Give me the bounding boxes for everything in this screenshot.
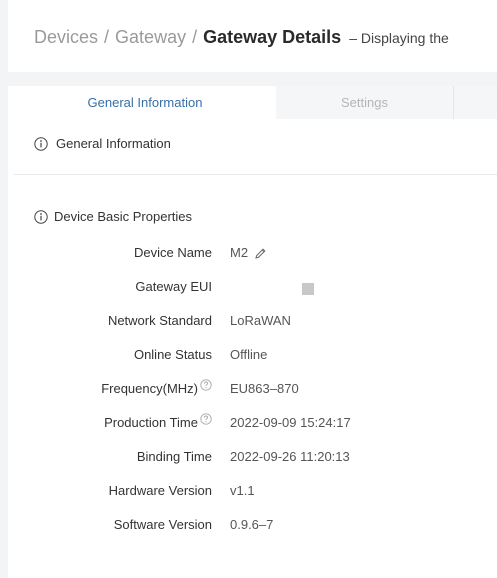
general-information-header: General Information [34,136,171,151]
property-value: Offline [230,347,268,362]
properties-list: Device Name M2 Gateway EUI Network Stand… [0,243,497,549]
tab-bar-background [8,72,497,86]
breadcrumb-separator: / [104,27,110,47]
page-title: Gateway Details [203,27,342,47]
property-value: EU863–870 [230,381,299,396]
breadcrumb-gateway-link[interactable]: Gateway [115,22,186,52]
help-icon[interactable] [200,413,212,425]
property-row-frequency: Frequency(MHz) EU863–870 [0,379,497,413]
property-value: M2 [230,243,267,263]
property-row-online-status: Online Status Offline [0,345,497,379]
pencil-icon[interactable] [254,247,267,260]
tab-bar: General Information Settings [14,86,497,119]
property-label: Hardware Version [108,483,212,498]
property-label: Binding Time [136,449,212,464]
tab-settings[interactable]: Settings [276,86,454,119]
property-label: Device Name [133,245,212,260]
tab-general-information[interactable]: General Information [14,86,276,119]
property-value: 0.9.6–7 [230,517,274,532]
info-icon [34,209,48,224]
device-name-value: M2 [230,245,249,260]
property-label: Software Version [113,517,212,532]
property-value: LoRaWAN [230,313,291,328]
frequency-label-text: Frequency(MHz) [101,381,198,396]
divider [14,174,497,175]
production-time-label-text: Production Time [104,415,198,430]
property-value: v1.1 [230,483,255,498]
general-information-title: General Information [56,136,171,151]
property-row-binding-time: Binding Time 2022-09-26 11:20:13 [0,447,497,481]
property-value: 2022-09-09 15:24:17 [230,415,351,430]
gateway-details-page: Devices / Gateway / Gateway Details – Di… [0,0,497,578]
info-icon [34,136,48,151]
page-description: – Displaying the [349,30,449,46]
property-row-gateway-eui: Gateway EUI [0,277,497,311]
breadcrumb-separator: / [192,27,198,47]
property-label: Online Status [133,347,212,362]
property-row-production-time: Production Time 2022-09-09 15:24:17 [0,413,497,447]
breadcrumb-devices-link[interactable]: Devices [34,22,98,52]
device-basic-properties-title: Device Basic Properties [54,209,192,224]
property-label: Network Standard [107,313,212,328]
property-row-hardware-version: Hardware Version v1.1 [0,481,497,515]
property-label: Gateway EUI [135,279,212,294]
property-row-device-name: Device Name M2 [0,243,497,277]
help-icon[interactable] [200,379,212,391]
device-basic-properties-header: Device Basic Properties [34,209,192,224]
breadcrumb: Devices / Gateway / Gateway Details – Di… [34,22,449,52]
property-value [230,277,314,297]
property-label: Frequency(MHz) [101,379,212,399]
property-value: 2022-09-26 11:20:13 [230,449,350,464]
masked-value-block [302,283,314,295]
property-row-software-version: Software Version 0.9.6–7 [0,515,497,549]
property-row-network-standard: Network Standard LoRaWAN [0,311,497,345]
property-label: Production Time [104,413,212,433]
